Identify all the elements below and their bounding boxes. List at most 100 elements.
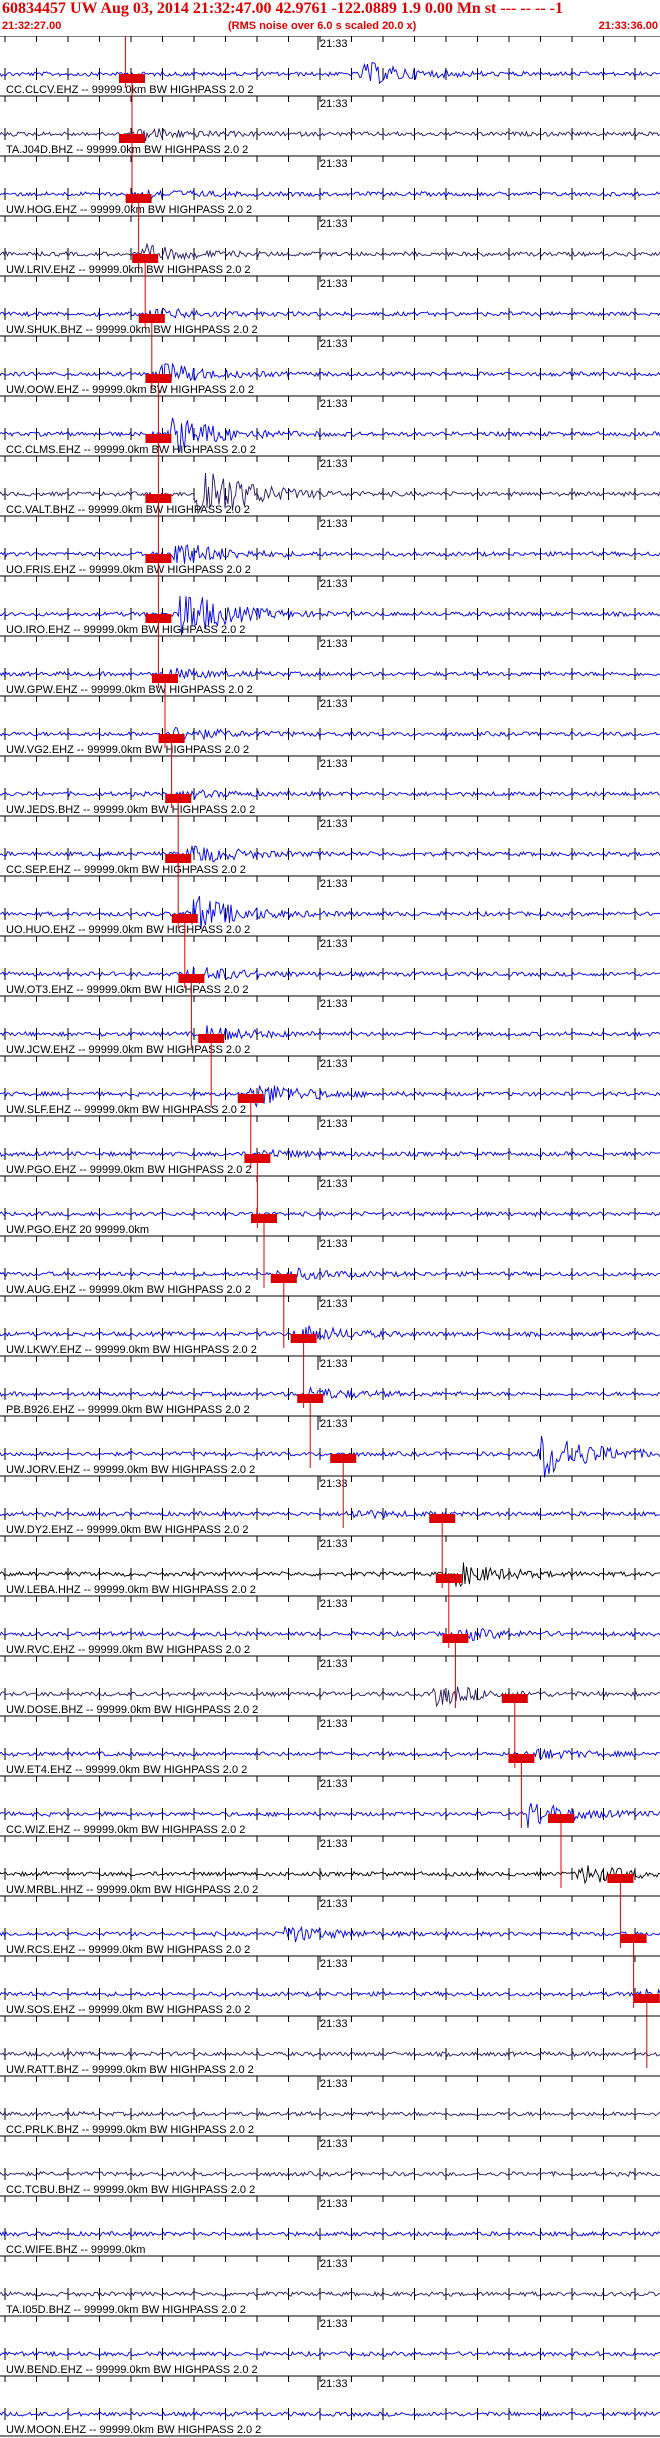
minute-label: 21:33: [320, 1658, 348, 1670]
pick-marker: [158, 734, 185, 743]
channel-label: UW.PGO.EHZ -- 99999.0km BW HIGHPASS 2.0 …: [6, 1164, 252, 1176]
pick-marker: [125, 194, 152, 203]
channel-label: UW.OT3.EHZ -- 99999.0km BW HIGHPASS 2.0 …: [6, 984, 248, 996]
pick-marker: [633, 1994, 660, 2003]
pick-marker: [119, 134, 145, 143]
minute-label: 21:33: [320, 1538, 348, 1550]
channel-label: CC.WIFE.BHZ -- 99999.0km: [6, 2244, 145, 2256]
minute-label: 21:33: [320, 398, 348, 410]
pick-marker: [152, 674, 178, 683]
end-time: 21:33:36.00: [598, 20, 658, 32]
pick-marker: [145, 554, 172, 563]
channel-label: UO.FRIS.EHZ -- 99999.0km BW HIGHPASS 2.0…: [6, 564, 251, 576]
channel-row: 21:33 TA.I05D.BHZ -- 99999.0km BW HIGHPAS…: [0, 2255, 660, 2316]
channel-row: 21:33 UW.MOON.EHZ -- 99999.0km BW HIGHPAS…: [0, 2375, 660, 2436]
minute-label: 21:33: [320, 338, 348, 350]
minute-label: 21:33: [320, 938, 348, 950]
channel-label: UW.RCS.EHZ -- 99999.0km BW HIGHPASS 2.0 …: [6, 1944, 250, 1956]
pick-marker: [237, 1094, 264, 1103]
minute-label: 21:33: [320, 1358, 348, 1370]
minute-label: 21:33: [320, 1838, 348, 1850]
channel-label: UO.IRO.EHZ -- 99999.0km BW HIGHPASS 2.0 …: [6, 624, 245, 636]
pick-marker: [145, 374, 172, 383]
pick-marker: [165, 794, 192, 803]
minute-label: 21:33: [320, 1418, 348, 1430]
minute-label: 21:33: [320, 698, 348, 710]
channel-label: UW.LRIV.EHZ -- 99999.0km BW HIGHPASS 2.0…: [6, 264, 251, 276]
channel-row: 21:33 CC.CLCV.EHZ -- 99999.0km BW HIGHPAS…: [0, 36, 660, 96]
channel-label: UW.DY2.EHZ -- 99999.0km BW HIGHPASS 2.0 …: [6, 1524, 248, 1536]
channel-label: UW.GPW.EHZ -- 99999.0km BW HIGHPASS 2.0 …: [6, 684, 253, 696]
pick-marker: [435, 1574, 462, 1583]
scaling-note: (RMS noise over 6.0 s scaled 20.0 x): [228, 20, 417, 32]
minute-label: 21:33: [320, 758, 348, 770]
channel-label: UW.LKWY.EHZ -- 99999.0km BW HIGHPASS 2.0…: [6, 1344, 257, 1356]
minute-label: 21:33: [320, 2138, 348, 2150]
pick-marker: [508, 1754, 535, 1763]
channel-label: UW.MOON.EHZ -- 99999.0km BW HIGHPASS 2.0…: [6, 2424, 261, 2436]
pick-marker: [145, 434, 172, 443]
waveform-trace: [0, 1025, 660, 1043]
channel-label: UW.SHUK.BHZ -- 99999.0km BW HIGHPASS 2.0…: [6, 324, 258, 336]
minute-label: 21:33: [320, 1298, 348, 1310]
minute-label: 21:33: [320, 1058, 348, 1070]
channel-label: UW.AUG.EHZ -- 99999.0km BW HIGHPASS 2.0 …: [6, 1284, 251, 1296]
minute-label: 21:33: [320, 818, 348, 830]
channel-label: UW.SOS.EHZ -- 99999.0km BW HIGHPASS 2.0 …: [6, 2004, 250, 2016]
channel-row: 21:33 UW.BEND.EHZ -- 99999.0km BW HIGHPAS…: [0, 2315, 660, 2376]
minute-label: 21:33: [320, 2018, 348, 2030]
minute-label: 21:33: [320, 578, 348, 590]
pick-marker: [171, 914, 198, 923]
pick-marker: [548, 1814, 574, 1823]
minute-label: 21:33: [320, 1958, 348, 1970]
plot-header: 60834457 UW Aug 03, 2014 21:32:47.00 42.…: [0, 0, 660, 36]
minute-label: 21:33: [320, 1898, 348, 1910]
minute-label: 21:33: [320, 98, 348, 110]
channel-label: CC.PRLK.BHZ -- 99999.0km BW HIGHPASS 2.0…: [6, 2124, 254, 2136]
minute-label: 21:33: [320, 158, 348, 170]
channel-label: UW.RVC.EHZ -- 99999.0km BW HIGHPASS 2.0 …: [6, 1644, 250, 1656]
waveform-trace: [0, 61, 660, 85]
minute-label: 21:33: [320, 1178, 348, 1190]
channel-label: UW.BEND.EHZ -- 99999.0km BW HIGHPASS 2.0…: [6, 2364, 258, 2376]
minute-label: 21:33: [320, 2378, 348, 2390]
minute-label: 21:33: [320, 998, 348, 1010]
pick-marker: [198, 1034, 225, 1043]
pick-marker: [297, 1394, 324, 1403]
channel-label: UW.PGO.EHZ 20 99999.0km: [6, 1224, 149, 1236]
channel-label: UW.OOW.EHZ -- 99999.0km BW HIGHPASS 2.0 …: [6, 384, 254, 396]
channel-label: UW.DOSE.BHZ -- 99999.0km BW HIGHPASS 2.0…: [6, 1704, 258, 1716]
minute-label: 21:33: [320, 38, 348, 50]
minute-label: 21:33: [320, 278, 348, 290]
seismogram-stack: 21:33 CC.CLCV.EHZ -- 99999.0km BW HIGHPAS…: [0, 36, 660, 2437]
channel-label: CC.SEP.EHZ -- 99999.0km BW HIGHPASS 2.0 …: [6, 864, 246, 876]
channel-label: CC.CLMS.EHZ -- 99999.0km BW HIGHPASS 2.0…: [6, 444, 256, 456]
pick-marker: [290, 1334, 317, 1343]
channel-row: 21:33 CC.PRLK.BHZ -- 99999.0km BW HIGHPAS…: [0, 2075, 660, 2136]
channel-label: UW.MRBL.HHZ -- 99999.0km BW HIGHPASS 2.0…: [6, 1884, 258, 1896]
pick-marker: [138, 314, 165, 323]
channel-label: TA.J04D.BHZ -- 99999.0km BW HIGHPASS 2.0…: [6, 144, 248, 156]
pick-marker: [132, 254, 159, 263]
channel-row: 21:33 CC.WIFE.BHZ -- 99999.0km: [0, 2195, 660, 2256]
minute-label: 21:33: [320, 1118, 348, 1130]
channel-label: UW.ET4.EHZ -- 99999.0km BW HIGHPASS 2.0 …: [6, 1764, 247, 1776]
channel-label: UW.HOG.EHZ -- 99999.0km BW HIGHPASS 2.0 …: [6, 204, 252, 216]
channel-row: 21:33 CC.TCBU.BHZ -- 99999.0km BW HIGHPAS…: [0, 2135, 660, 2196]
minute-label: 21:33: [320, 878, 348, 890]
pick-marker: [178, 974, 205, 983]
start-time: 21:32:27.00: [2, 20, 62, 32]
pick-marker: [145, 494, 172, 503]
pick-marker: [244, 1154, 271, 1163]
channel-label: CC.VALT.BHZ -- 99999.0km BW HIGHPASS 2.0…: [6, 504, 250, 516]
minute-label: 21:33: [320, 1598, 348, 1610]
minute-label: 21:33: [320, 638, 348, 650]
channel-label: TA.I05D.BHZ -- 99999.0km BW HIGHPASS 2.0…: [6, 2304, 246, 2316]
channel-label: UW.JEDS.BHZ -- 99999.0km BW HIGHPASS 2.0…: [6, 804, 255, 816]
minute-label: 21:33: [320, 1718, 348, 1730]
channel-label: UW.VG2.EHZ -- 99999.0km BW HIGHPASS 2.0 …: [6, 744, 249, 756]
minute-label: 21:33: [320, 2078, 348, 2090]
pick-marker: [145, 614, 172, 623]
channel-label: UW.JORV.EHZ -- 99999.0km BW HIGHPASS 2.0…: [6, 1464, 255, 1476]
channel-label: CC.CLCV.EHZ -- 99999.0km BW HIGHPASS 2.0…: [6, 84, 254, 96]
